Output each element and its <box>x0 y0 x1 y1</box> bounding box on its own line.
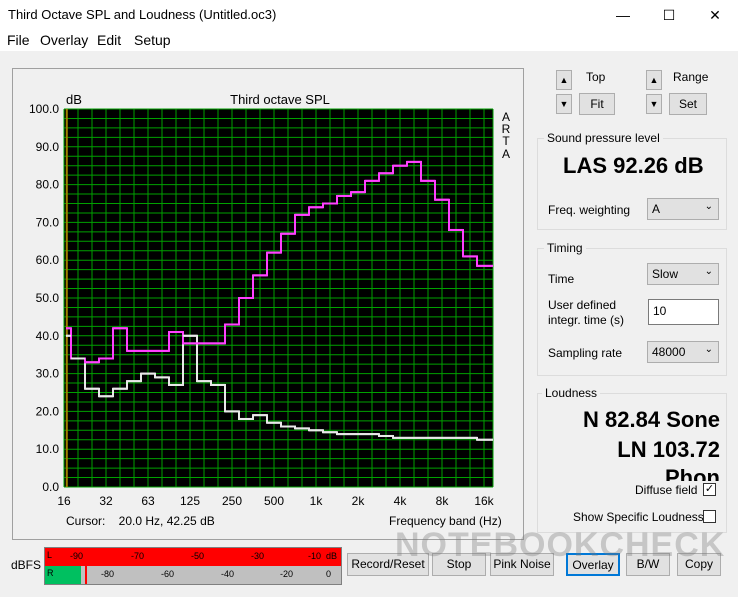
range-down-button[interactable]: ▼ <box>646 94 662 114</box>
loudness-phon-unit: Phon <box>665 465 720 481</box>
meter-peak-marker <box>85 566 87 584</box>
freq-weighting-label: Freq. weighting <box>548 203 631 217</box>
sampling-rate-label: Sampling rate <box>548 346 623 360</box>
bw-button[interactable]: B/W <box>626 553 670 576</box>
set-button[interactable]: Set <box>669 93 707 115</box>
spl-group-label: Sound pressure level <box>544 131 663 145</box>
chevron-down-icon: ⌄ <box>704 266 713 277</box>
window-title: Third Octave SPL and Loudness (Untitled.… <box>8 7 277 22</box>
copy-button[interactable]: Copy <box>677 553 721 576</box>
show-specific-loudness-label: Show Specific Loudness <box>573 510 704 524</box>
menu-overlay[interactable]: Overlay <box>40 32 88 48</box>
pink-noise-button[interactable]: Pink Noise <box>490 553 554 576</box>
integr-time-input[interactable]: 10 <box>648 299 719 325</box>
record-reset-button[interactable]: Record/Reset <box>347 553 429 576</box>
time-select[interactable]: Slow ⌄ <box>647 263 719 285</box>
diffuse-field-label: Diffuse field <box>635 483 698 497</box>
meter-tick: -90 <box>70 551 84 561</box>
meter-tick: -80 <box>101 569 115 579</box>
meter-tick: -40 <box>221 569 235 579</box>
loudness-group-label: Loudness <box>542 386 601 400</box>
timing-group-label: Timing <box>544 241 586 255</box>
menu-file[interactable]: File <box>7 32 30 48</box>
top-down-button[interactable]: ▼ <box>556 94 572 114</box>
chevron-down-icon: ⌄ <box>704 344 713 355</box>
chart-frame <box>12 68 524 540</box>
range-label: Range <box>673 70 709 84</box>
meter-tick: -10 <box>308 551 322 561</box>
spl-value: LAS 92.26 dB <box>563 153 704 178</box>
loudness-sone: N 82.84 Sone <box>583 407 720 432</box>
range-up-button[interactable]: ▲ <box>646 70 662 90</box>
maximize-icon[interactable]: ☐ <box>646 0 692 30</box>
sampling-rate-value: 48000 <box>652 345 686 359</box>
title-bar: Third Octave SPL and Loudness (Untitled.… <box>0 0 738 30</box>
sampling-rate-select[interactable]: 48000 ⌄ <box>647 341 719 363</box>
minimize-icon[interactable]: — <box>600 0 646 30</box>
menu-setup[interactable]: Setup <box>134 32 171 48</box>
top-label: Top <box>586 70 606 84</box>
meter-tick: 0 <box>326 569 332 579</box>
fit-button[interactable]: Fit <box>579 93 615 115</box>
time-label: Time <box>548 272 575 286</box>
meter-channel-l: L <box>47 550 53 560</box>
meter-label: dBFS <box>11 558 42 572</box>
meter-tick: -20 <box>280 569 294 579</box>
loudness-phon: LN 103.72 <box>617 437 720 462</box>
meter-tick: -60 <box>161 569 175 579</box>
level-meter: L R -90 -70 -50 -30 -10 dB -80 -60 -40 -… <box>44 547 342 585</box>
close-icon[interactable]: ✕ <box>692 0 738 30</box>
loudness-values: N 82.84 Sone LN 103.72 Phon <box>538 403 726 481</box>
top-up-button[interactable]: ▲ <box>556 70 572 90</box>
integr-label-1: User defined <box>548 298 617 312</box>
stop-button[interactable]: Stop <box>432 553 486 576</box>
menu-edit[interactable]: Edit <box>97 32 121 48</box>
diffuse-field-checkbox[interactable]: ✓ <box>703 483 716 496</box>
show-specific-loudness-checkbox[interactable] <box>703 510 716 523</box>
integr-label-2: integr. time (s) <box>548 313 625 327</box>
menu-bar: File Overlay Edit Setup <box>0 30 738 51</box>
overlay-button[interactable]: Overlay <box>566 553 620 576</box>
meter-tick: dB <box>326 551 338 561</box>
meter-tick: -30 <box>251 551 265 561</box>
chevron-down-icon: ⌄ <box>704 201 713 212</box>
meter-tick: -50 <box>191 551 205 561</box>
freq-weighting-select[interactable]: A ⌄ <box>647 198 719 220</box>
meter-tick: -70 <box>131 551 145 561</box>
time-value: Slow <box>652 267 679 281</box>
freq-weighting-value: A <box>652 202 661 216</box>
meter-channel-r: R <box>47 568 54 578</box>
